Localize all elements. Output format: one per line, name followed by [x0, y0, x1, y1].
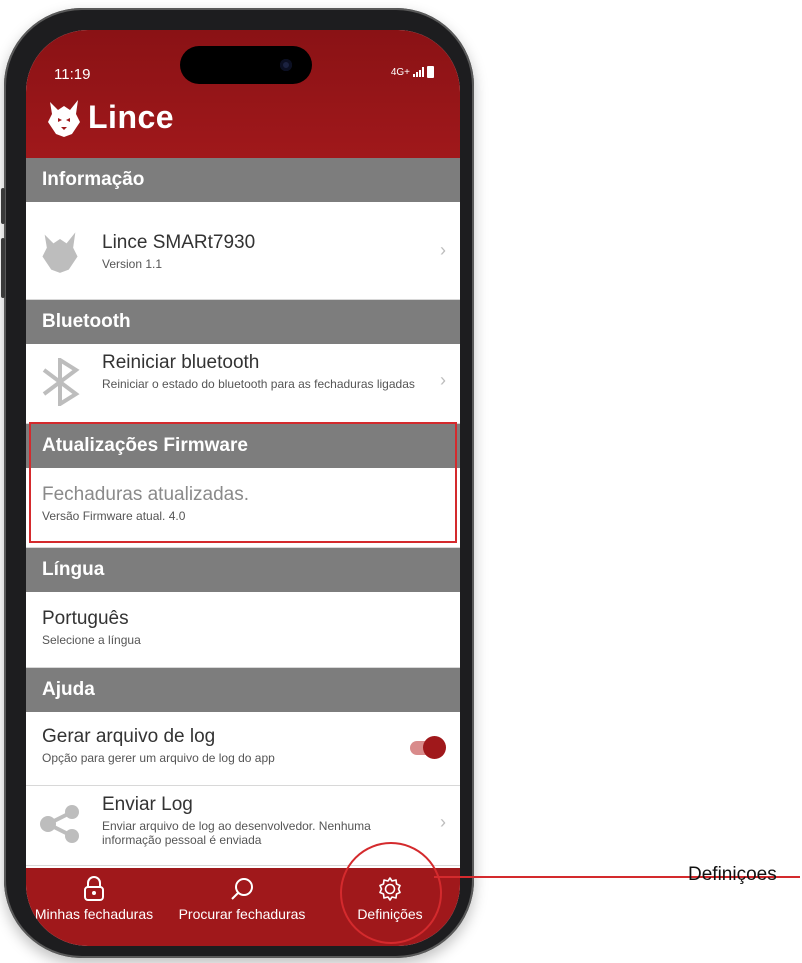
side-button: [1, 238, 5, 298]
device-version: Version 1.1: [102, 257, 163, 271]
chevron-right-icon: ›: [440, 370, 446, 390]
chevron-right-icon: ›: [440, 812, 446, 832]
settings-list: Informação Lince SMARt7930 Version 1.1 ›…: [26, 158, 460, 868]
gear-icon: [379, 877, 401, 901]
lynx-device-icon: [42, 232, 78, 273]
section-header-firmware: Atualizações Firmware: [26, 424, 460, 468]
firmware-version: Versão Firmware atual. 4.0: [42, 509, 186, 523]
send-log-title: Enviar Log: [102, 794, 193, 815]
side-button: [1, 188, 5, 224]
chevron-right-icon: ›: [440, 240, 446, 260]
lynx-logo-icon: [48, 100, 80, 137]
tab-label: Procurar fechaduras: [178, 906, 306, 922]
language-row[interactable]: Português Selecione a língua: [26, 592, 460, 668]
share-icon: [40, 805, 79, 843]
language-subtitle: Selecione a língua: [42, 633, 141, 647]
lock-icon: [84, 876, 104, 901]
bluetooth-icon: [42, 358, 80, 406]
firmware-status: Fechaduras atualizadas.: [42, 484, 250, 505]
tab-label: Definições: [357, 906, 423, 922]
reset-bluetooth-row[interactable]: Reiniciar bluetooth Reiniciar o estado d…: [26, 344, 460, 424]
app-header: 11:19 4G+ Lince: [26, 30, 460, 158]
section-header-bluetooth: Bluetooth: [26, 300, 460, 344]
battery-icon: [427, 66, 434, 78]
phone-screen: 11:19 4G+ Lince Informação Lince SMARt79…: [26, 30, 460, 946]
search-icon: [231, 878, 253, 900]
reset-bluetooth-subtitle: Reiniciar o estado do bluetooth para as …: [102, 377, 415, 391]
callout-label: Definiçoes: [688, 864, 777, 885]
status-time: 11:19: [54, 66, 91, 83]
log-toggle[interactable]: [406, 736, 446, 759]
device-info-row[interactable]: Lince SMARt7930 Version 1.1 ›: [26, 202, 460, 300]
firmware-status-row: Fechaduras atualizadas. Versão Firmware …: [26, 468, 460, 548]
app-logo: Lince: [44, 96, 174, 138]
generate-log-row: Gerar arquivo de log Opção para gerer um…: [26, 712, 460, 786]
section-header-help: Ajuda: [26, 668, 460, 712]
section-header-info: Informação: [26, 158, 460, 202]
app-name: Lince: [88, 98, 175, 135]
tab-settings[interactable]: Definições: [344, 876, 436, 922]
status-icons: 4G+: [391, 66, 434, 78]
tab-search-locks[interactable]: Procurar fechaduras: [172, 876, 312, 922]
bottom-tab-bar: Minhas fechaduras Procurar fechaduras De…: [26, 868, 460, 946]
dynamic-island: [180, 46, 312, 84]
section-header-language: Língua: [26, 548, 460, 592]
device-name: Lince SMARt7930: [102, 232, 256, 253]
generate-log-title: Gerar arquivo de log: [42, 726, 216, 747]
phone-frame: 11:19 4G+ Lince Informação Lince SMARt79…: [1, 8, 474, 958]
send-log-row[interactable]: Enviar Log Enviar arquivo de log ao dese…: [26, 786, 460, 866]
tab-label: Minhas fechaduras: [34, 906, 154, 922]
camera-icon: [280, 59, 292, 71]
network-label: 4G+: [390, 66, 410, 78]
generate-log-subtitle: Opção para gerer um arquivo de log do ap…: [42, 751, 275, 765]
reset-bluetooth-title: Reiniciar bluetooth: [102, 352, 260, 373]
send-log-subtitle: Enviar arquivo de log ao desenvolvedor. …: [102, 819, 371, 847]
tab-my-locks[interactable]: Minhas fechaduras: [30, 876, 158, 922]
signal-icon: [413, 67, 424, 77]
language-value: Português: [42, 608, 129, 629]
